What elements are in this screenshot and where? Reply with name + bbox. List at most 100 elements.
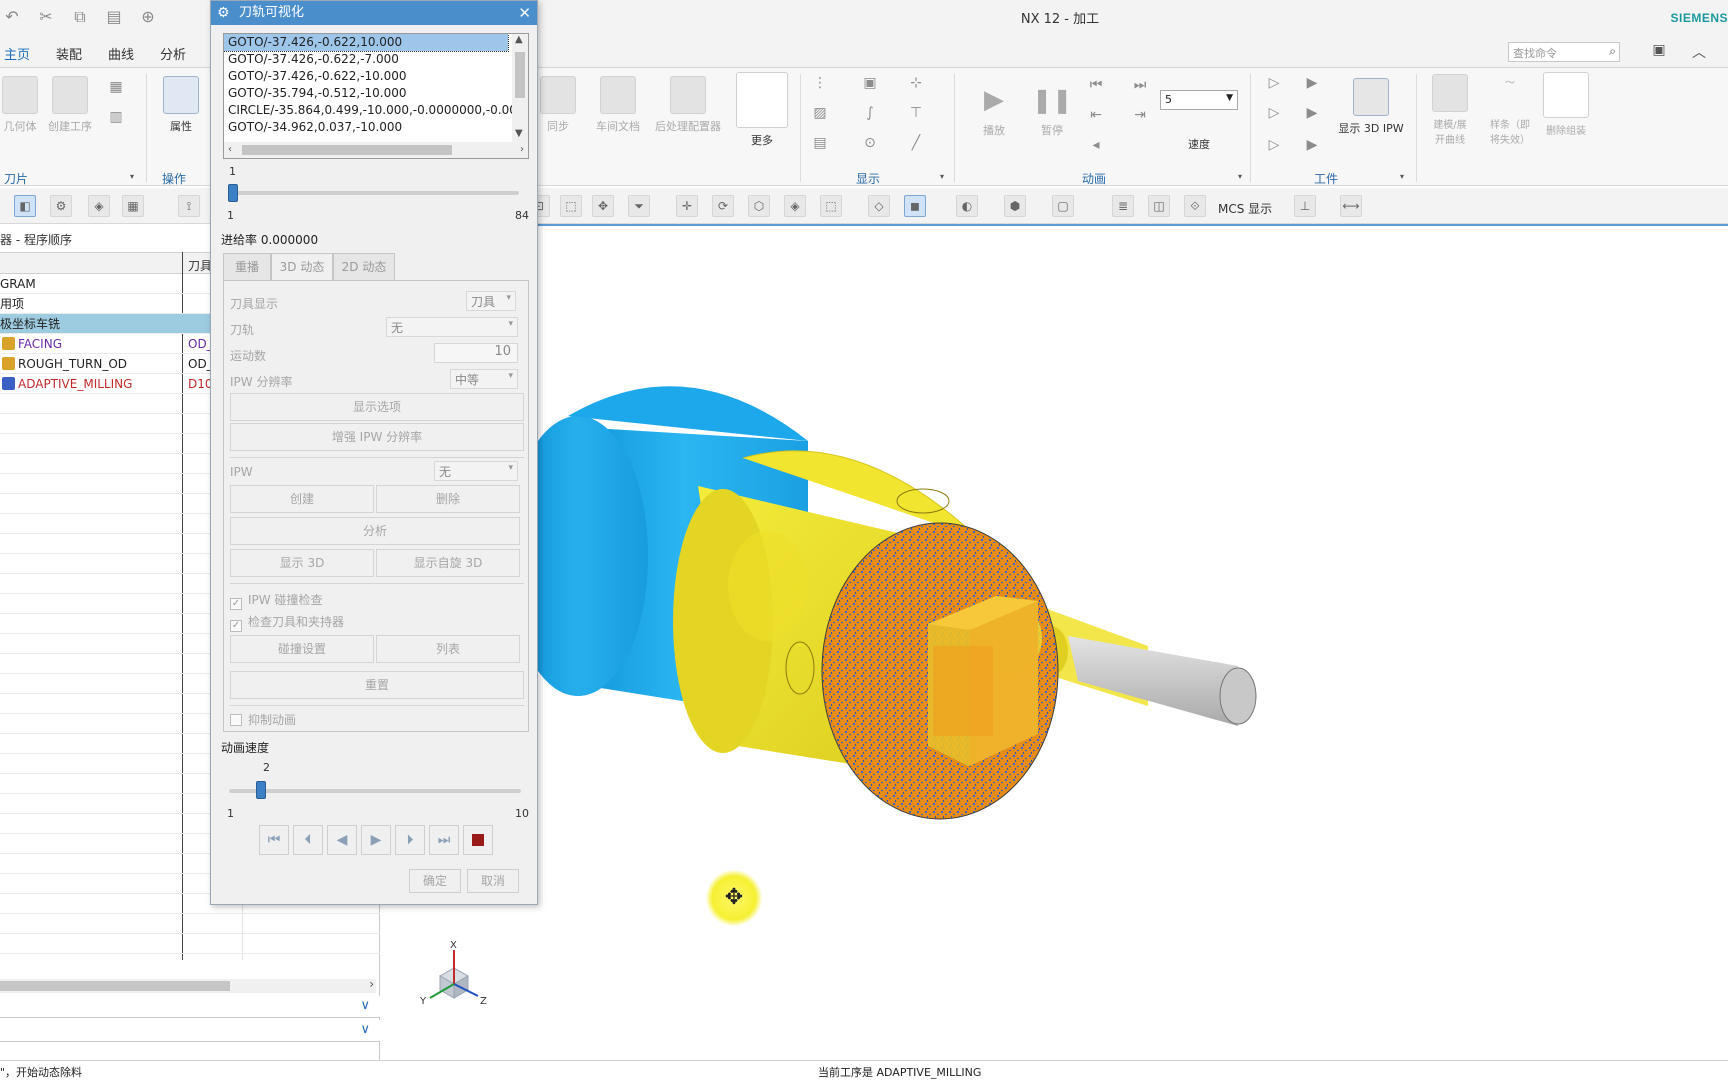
chevron-right-icon[interactable]: › [369, 977, 374, 991]
render-style-icon[interactable]: ◐ [956, 195, 978, 217]
collision-settings-button[interactable]: 碰撞设置 [230, 635, 374, 663]
anim-speed-track[interactable] [229, 789, 521, 793]
cl-line[interactable]: GOTO/-34.962,0.037,-10.000 [224, 119, 528, 136]
chevron-down-icon[interactable]: ∨ [360, 1022, 370, 1037]
last-step-button[interactable]: ⏭ [429, 825, 459, 855]
ipw-resolution-select[interactable]: 中等 ▾ [450, 369, 518, 389]
tab-curve[interactable]: 曲线 [108, 44, 134, 63]
display-options-button[interactable]: 显示选项 [230, 393, 524, 421]
create-operation-button[interactable]: 创建工序 [46, 76, 94, 134]
check-tool-holder-checkbox[interactable]: ✓ 检查刀具和夹持器 [230, 613, 344, 632]
blade-tool-2-icon[interactable]: ▥ [106, 108, 126, 126]
scrollbar-thumb[interactable] [0, 981, 230, 991]
fullscreen-icon[interactable]: ▣ [1648, 42, 1670, 62]
toolpath-select[interactable]: 无 ▾ [386, 317, 518, 337]
undo-icon[interactable]: ↶ [0, 6, 24, 28]
chevron-left-icon[interactable]: ‹ [228, 144, 232, 155]
pause-button[interactable]: ❚❚ 暂停 [1032, 78, 1072, 138]
show-rotary-3d-button[interactable]: 显示自旋 3D [376, 549, 520, 577]
machined-face[interactable] [821, 522, 1059, 820]
step-forward-button[interactable]: ⏵ [395, 825, 425, 855]
delete-assembly-button[interactable]: 删除组装 [1540, 72, 1592, 137]
section-icon[interactable]: ◫ [1148, 195, 1170, 217]
tab-home[interactable]: 主页 [4, 44, 30, 63]
point-display-icon[interactable]: ⊙ [860, 134, 880, 152]
wireframe-icon[interactable]: ◇ [868, 195, 890, 217]
chevron-down-icon[interactable]: ▼ [515, 128, 523, 139]
move-icon[interactable]: ✛ [676, 195, 698, 217]
cl-line[interactable]: CIRCLE/-35.864,0.499,-10.000,-0.0000000,… [224, 102, 528, 119]
play-button[interactable]: ▶ 播放 [974, 78, 1014, 138]
first-frame-icon[interactable]: ⏮ [1086, 76, 1106, 94]
gear-icon[interactable]: ⚙ [217, 1, 230, 25]
collapse-ribbon-icon[interactable]: ︿ [1688, 42, 1710, 62]
tab-2d-dynamic[interactable]: 2D 动态 [333, 253, 395, 281]
motion-slider-track[interactable] [229, 191, 519, 195]
layer-icon[interactable]: ≣ [1112, 195, 1134, 217]
list-button[interactable]: 列表 [376, 635, 520, 663]
build-curve-button[interactable]: 建模/展 开曲线 [1428, 74, 1472, 146]
enhance-ipw-resolution-button[interactable]: 增强 IPW 分辨率 [230, 423, 524, 451]
spline-button[interactable]: ～ 样条（即 将失效） [1484, 74, 1536, 146]
ipw-collision-checkbox[interactable]: ✓ IPW 碰撞检查 [230, 591, 322, 610]
tab-3d-dynamic[interactable]: 3D 动态 [271, 253, 333, 281]
step-forward-icon[interactable]: ⇥ [1130, 106, 1150, 124]
type-filter-icon[interactable]: ⏷ [628, 195, 650, 217]
tab-replay[interactable]: 重播 [223, 253, 271, 281]
blade-tool-icon[interactable]: ▦ [106, 78, 126, 96]
workpiece-tool-1-icon[interactable]: ▷ [1264, 74, 1284, 92]
create-button[interactable]: 创建 [230, 485, 374, 513]
workpiece-tool-6-icon[interactable]: ▶ [1302, 136, 1322, 154]
shaded-view-icon[interactable]: ◼ [904, 195, 926, 217]
anim-speed-thumb[interactable] [256, 781, 267, 799]
grid-display-icon[interactable]: ▤ [810, 134, 830, 152]
workpiece-tool-5-icon[interactable]: ▷ [1264, 136, 1284, 154]
nav-method-view-icon[interactable]: ▦ [122, 195, 144, 217]
dialog-title-bar[interactable]: ⚙ 刀轨可视化 ✕ [211, 1, 537, 25]
cl-list-horizontal-scrollbar[interactable]: ‹ › [224, 142, 528, 158]
graphics-window[interactable] [388, 224, 1728, 1060]
show-3d-button[interactable]: 显示 3D [230, 549, 374, 577]
rotate-icon[interactable]: ⟳ [712, 195, 734, 217]
group-blade-expand-icon[interactable]: ▾ [130, 172, 134, 181]
cl-line[interactable]: GOTO/-35.794,-0.512,-10.000 [224, 85, 528, 102]
cl-line[interactable]: GOTO/-37.426,-0.622,-7.000 [224, 51, 528, 68]
previous-op-icon[interactable]: ◂ [1086, 136, 1106, 154]
select-all-icon[interactable]: ◈ [784, 195, 806, 217]
measure-icon[interactable]: ⟷ [1340, 195, 1362, 217]
details-panel[interactable]: ∨ [0, 1020, 380, 1042]
wcs-icon[interactable]: ⟐ [1184, 195, 1206, 217]
orient-view-icon[interactable]: ⬢ [1004, 195, 1026, 217]
shop-doc-button[interactable]: 车间文档 [590, 76, 646, 134]
step-back-button[interactable]: ⏴ [293, 825, 323, 855]
sync-button[interactable]: 同步 [538, 76, 578, 134]
box-select-icon[interactable]: ⬚ [820, 195, 842, 217]
curve-display-icon[interactable]: ∫ [860, 104, 880, 122]
properties-button[interactable]: 属性 [156, 76, 206, 134]
tool-path-display-icon[interactable]: ⋮ [810, 74, 830, 92]
cancel-button[interactable]: 取消 [467, 869, 519, 893]
group-animation-expand-icon[interactable]: ▾ [1238, 172, 1242, 181]
delete-button[interactable]: 删除 [376, 485, 520, 513]
background-icon[interactable]: ▢ [1052, 195, 1074, 217]
reset-button[interactable]: 重置 [230, 671, 524, 699]
search-icon[interactable]: ⌕ [1609, 44, 1616, 59]
suppress-animation-checkbox[interactable]: 抑制动画 [230, 711, 296, 728]
ipw-select[interactable]: 无 ▾ [434, 461, 518, 481]
play-forward-button[interactable]: ▶ [361, 825, 391, 855]
column-header-tool[interactable]: 刀具 [188, 257, 212, 274]
more-button[interactable]: 更多 [734, 72, 790, 148]
cl-line[interactable]: GOTO/-37.426,-0.622,10.000 [224, 34, 509, 52]
tool-holder-icon[interactable]: ⊤ [906, 104, 926, 122]
chevron-down-icon[interactable]: ∨ [360, 998, 370, 1013]
geometry-button[interactable]: 几何体 [0, 76, 40, 134]
nav-program-view-icon[interactable]: ◧ [14, 195, 36, 217]
play-backward-button[interactable]: ◀ [327, 825, 357, 855]
box-display-icon[interactable]: ▣ [860, 74, 880, 92]
3d-part-view[interactable] [388, 226, 1728, 1062]
navigator-horizontal-scrollbar[interactable]: › [0, 977, 376, 993]
polygon-icon[interactable]: ⬡ [748, 195, 770, 217]
hatch-display-icon[interactable]: ▨ [810, 104, 830, 122]
scrollbar-thumb[interactable] [242, 145, 452, 155]
filter-icon[interactable]: ⟟ [178, 195, 200, 217]
